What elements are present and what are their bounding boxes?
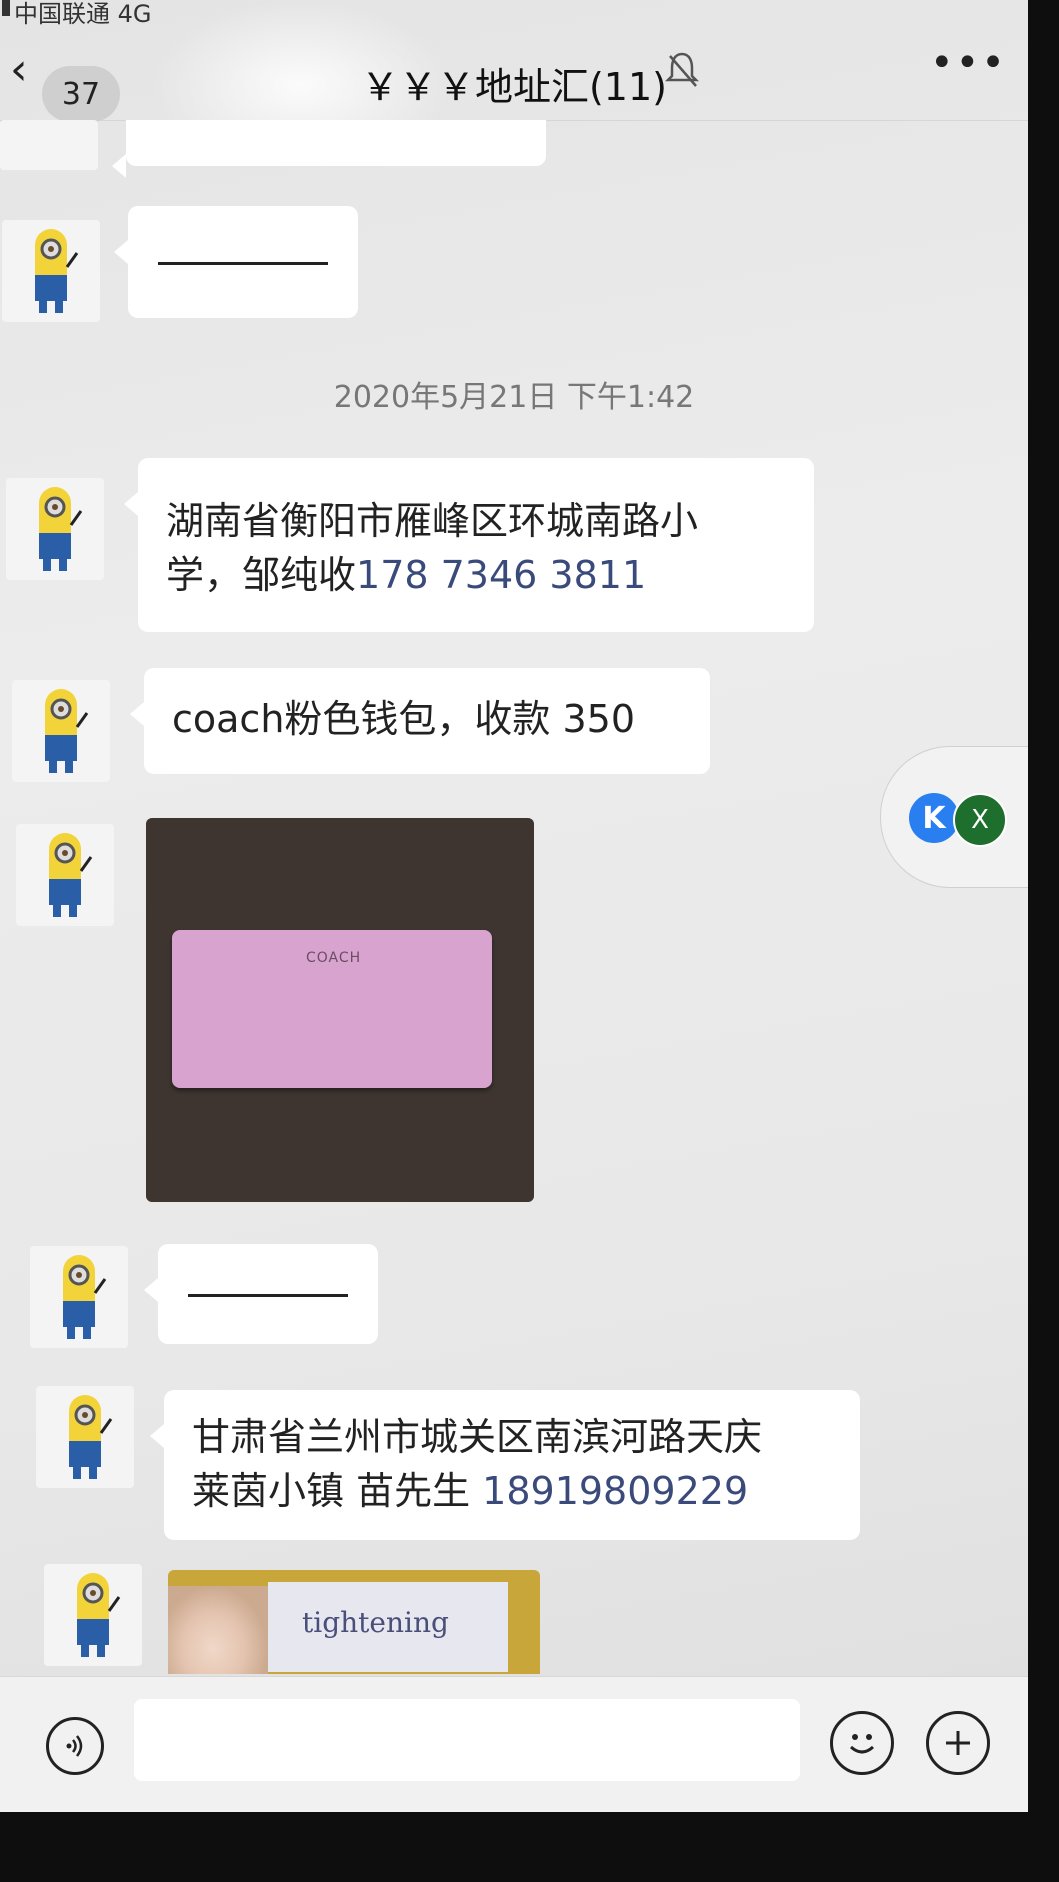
- voice-waves-icon: [66, 1735, 83, 1757]
- minion-avatar-icon: [49, 833, 93, 917]
- avatar[interactable]: [16, 824, 114, 926]
- image-message-wallet[interactable]: COACH: [146, 818, 534, 1202]
- chat-input-bar: [0, 1676, 1028, 1812]
- carrier-label: 中国联通 4G: [14, 0, 152, 28]
- minion-avatar-icon: [39, 487, 83, 571]
- message-text: 学，邹纯收: [166, 553, 357, 597]
- message-text-line: 甘肃省兰州市城关区南滨河路天庆: [192, 1415, 763, 1459]
- wallet-brand-logo: COACH: [306, 950, 362, 966]
- message-bubble[interactable]: [144, 1244, 378, 1344]
- pink-wallet: COACH: [172, 930, 492, 1088]
- message-timestamp: 2020年5月21日 下午1:42: [333, 380, 695, 415]
- product-box-text: tightening: [302, 1606, 449, 1639]
- minion-avatar-icon: [63, 1255, 107, 1339]
- plus-sign-icon: [946, 1731, 970, 1755]
- avatar[interactable]: [2, 220, 100, 322]
- message-text: [188, 1294, 348, 1297]
- avatar[interactable]: [30, 1246, 128, 1348]
- minion-avatar-icon: [45, 689, 89, 773]
- avatar[interactable]: [44, 1564, 142, 1666]
- message-bubble[interactable]: 甘肃省兰州市城关区南滨河路天庆 莱茵小镇 苗先生 18919809229: [150, 1390, 860, 1540]
- product-photo-face: [168, 1586, 268, 1674]
- status-bar: 中国联通 4G: [0, 0, 1028, 28]
- message-bubble-partial: [112, 120, 546, 178]
- voice-icon[interactable]: [46, 1717, 104, 1775]
- avatar[interactable]: [36, 1386, 134, 1488]
- message-bubble[interactable]: coach粉色钱包，收款 350: [130, 668, 710, 774]
- minion-avatar-icon: [35, 229, 79, 313]
- message-text-line: 莱茵小镇 苗先生 18919809229: [192, 1464, 832, 1518]
- chat-screen: 中国联通 4G ‹ 37 ￥￥￥地址汇(11) ••• 2020年5月21日 下…: [0, 0, 1028, 1812]
- message-bubble[interactable]: 湖南省衡阳市雁峰区环城南路小 学，邹纯收178 7346 3811: [124, 458, 814, 632]
- bell-slash-icon: [664, 52, 700, 87]
- k-app-icon[interactable]: K: [909, 793, 959, 843]
- phone-number-link[interactable]: 18919809229: [482, 1469, 748, 1513]
- avatar[interactable]: [6, 478, 104, 580]
- avatar[interactable]: [0, 120, 98, 170]
- message-text: coach粉色钱包，收款 350: [172, 697, 636, 741]
- message-text: [158, 262, 328, 265]
- more-dots-icon[interactable]: •••: [930, 40, 1007, 86]
- chat-title: ￥￥￥地址汇(11): [360, 65, 667, 109]
- message-text-line: 学，邹纯收178 7346 3811: [166, 548, 786, 602]
- image-message-product[interactable]: tightening: [168, 1570, 540, 1674]
- minion-avatar-icon: [69, 1395, 113, 1479]
- floating-app-widget[interactable]: K X: [880, 746, 1028, 888]
- avatar[interactable]: [12, 680, 110, 782]
- message-input[interactable]: [134, 1699, 800, 1781]
- smiley-face-icon: [849, 1734, 875, 1754]
- x-app-icon[interactable]: X: [953, 793, 1007, 847]
- signal-icon: [2, 0, 10, 16]
- emoji-icon[interactable]: [830, 1711, 894, 1775]
- phone-number-link[interactable]: 178 7346 3811: [356, 553, 646, 597]
- message-text: 莱茵小镇 苗先生: [192, 1469, 483, 1513]
- plus-icon[interactable]: [926, 1711, 990, 1775]
- message-bubble[interactable]: [114, 206, 358, 318]
- minion-avatar-icon: [77, 1573, 121, 1657]
- message-text-line: 湖南省衡阳市雁峰区环城南路小: [166, 499, 699, 543]
